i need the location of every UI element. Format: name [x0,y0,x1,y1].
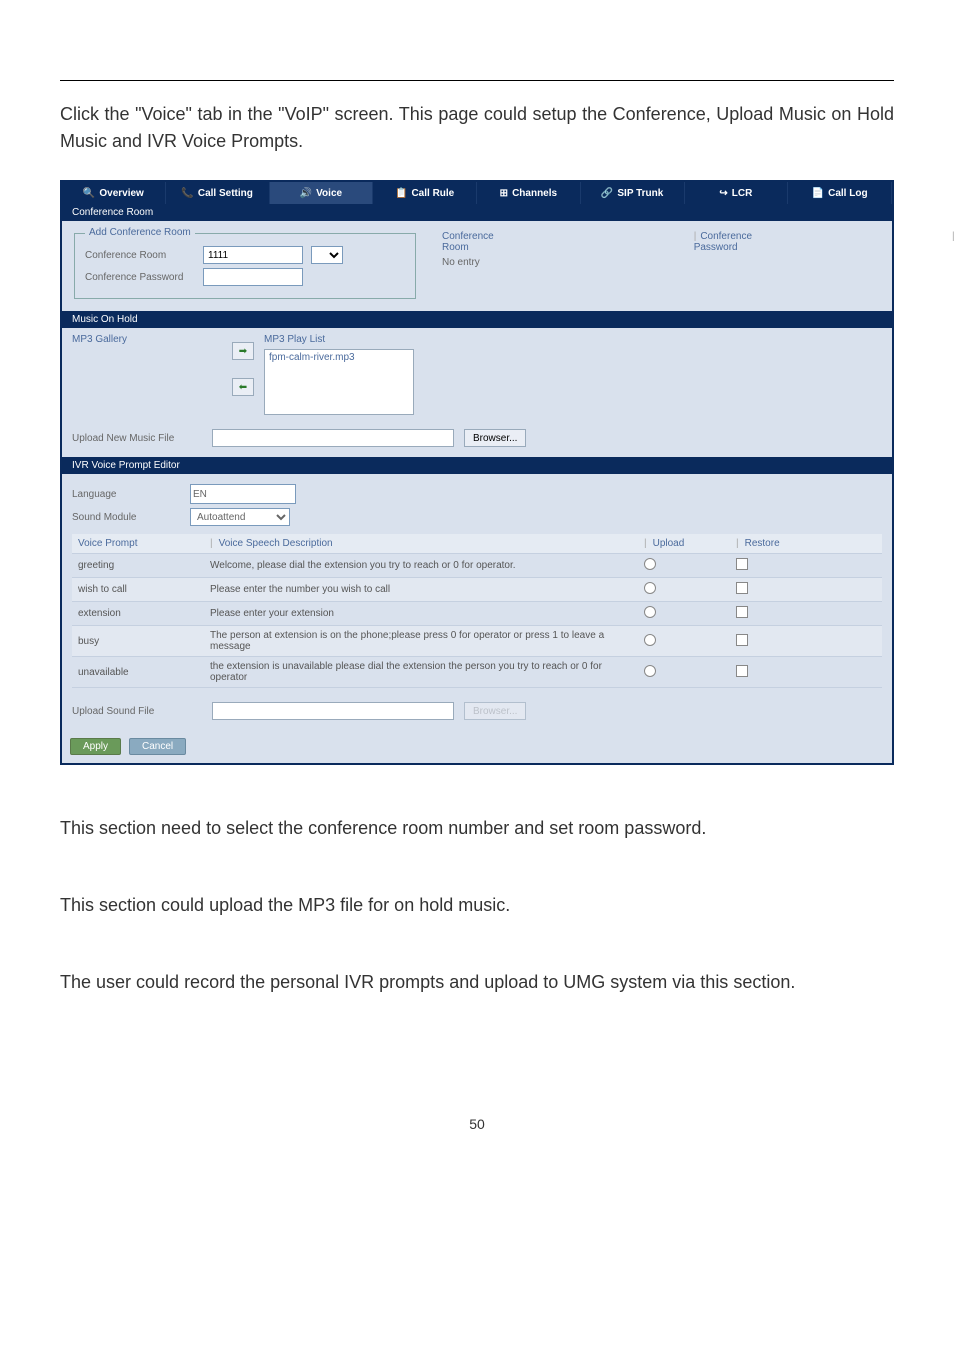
conference-room-input[interactable] [203,246,303,264]
tab-call-log[interactable]: 📄Call Log [788,182,892,204]
ivr-table: Voice Prompt Voice Speech Description Up… [72,534,882,688]
row-desc: Please enter the number you wish to call [204,578,638,602]
upload-music-field[interactable] [212,429,454,447]
apply-button[interactable]: Apply [70,738,121,755]
conference-list: Conference Room Conference Password Dele… [442,231,954,268]
grid-icon: ⊞ [500,188,508,199]
paragraph-1: This section need to select the conferen… [60,815,894,842]
restore-check[interactable] [736,582,748,594]
horizontal-rule [60,80,894,81]
no-entry-text: No entry [442,257,954,268]
row-name: greeting [72,554,204,578]
conf-col-room: Conference Room [442,231,494,253]
browser-button[interactable]: Browser... [464,429,526,447]
table-row: greeting Welcome, please dial the extens… [72,554,882,578]
upload-music-label: Upload New Music File [72,433,202,444]
button-row: Apply Cancel [62,730,892,763]
sound-module-select[interactable]: Autoattend [190,508,290,526]
paragraph-3: The user could record the personal IVR p… [60,969,894,996]
speaker-icon: 🔊 [300,188,312,199]
tab-call-rule[interactable]: 📋Call Rule [373,182,477,204]
upload-radio[interactable] [644,582,656,594]
page-number: 50 [60,1116,894,1132]
ivr-header: IVR Voice Prompt Editor [62,457,892,474]
moh-header: Music On Hold [62,311,892,328]
mp3-playlist-box[interactable]: fpm-calm-river.mp3 [264,349,414,415]
row-desc: Welcome, please dial the extension you t… [204,554,638,578]
moh-panel: MP3 Gallery ➡ ⬅ MP3 Play List fpm-calm-r… [62,328,892,457]
mp3-playlist-header: MP3 Play List [264,334,414,345]
row-name: extension [72,602,204,626]
cancel-button[interactable]: Cancel [129,738,186,755]
upload-radio[interactable] [644,665,656,677]
conf-col-password: Conference Password [694,231,752,253]
add-conference-legend: Add Conference Room [85,227,195,238]
conference-password-label: Conference Password [85,272,195,283]
tab-lcr[interactable]: ↪LCR [685,182,789,204]
conference-room-select[interactable] [311,246,343,264]
col-voice-prompt: Voice Prompt [72,534,204,554]
restore-check[interactable] [736,558,748,570]
move-right-button[interactable]: ➡ [232,342,254,360]
table-row: unavailable the extension is unavailable… [72,657,882,688]
upload-radio[interactable] [644,634,656,646]
upload-sound-field[interactable] [212,702,454,720]
language-input[interactable] [190,484,296,504]
upload-radio[interactable] [644,558,656,570]
table-row: busy The person at extension is on the p… [72,626,882,657]
voip-screenshot: 🔍Overview 📞Call Setting 🔊Voice 📋Call Rul… [60,180,894,765]
tab-channels[interactable]: ⊞Channels [477,182,581,204]
table-row: wish to call Please enter the number you… [72,578,882,602]
table-row: extension Please enter your extension [72,602,882,626]
conference-panel: Add Conference Room Conference Room Conf… [62,221,892,311]
col-restore: Restore [730,534,882,554]
move-left-button[interactable]: ⬅ [232,378,254,396]
row-desc: The person at extension is on the phone;… [204,626,638,657]
mp3-gallery-header: MP3 Gallery [72,334,202,345]
link-icon: 🔗 [601,188,613,199]
log-icon: 📄 [812,188,824,199]
upload-radio[interactable] [644,606,656,618]
restore-check[interactable] [736,665,748,677]
restore-check[interactable] [736,634,748,646]
tab-overview[interactable]: 🔍Overview [62,182,166,204]
phone-icon: 📞 [181,188,193,199]
row-name: unavailable [72,657,204,688]
col-upload: Upload [638,534,730,554]
row-desc: the extension is unavailable please dial… [204,657,638,688]
magnifier-icon: 🔍 [83,188,95,199]
intro-text: Click the "Voice" tab in the "VoIP" scre… [60,101,894,155]
tab-voice[interactable]: 🔊Voice [270,182,374,204]
restore-check[interactable] [736,606,748,618]
route-icon: ↪ [719,188,727,199]
paragraph-2: This section could upload the MP3 file f… [60,892,894,919]
list-icon: 📋 [395,188,407,199]
row-name: busy [72,626,204,657]
conference-password-input[interactable] [203,268,303,286]
upload-sound-label: Upload Sound File [72,706,202,717]
tab-call-setting[interactable]: 📞Call Setting [166,182,270,204]
col-voice-desc: Voice Speech Description [204,534,638,554]
row-desc: Please enter your extension [204,602,638,626]
sound-module-label: Sound Module [72,512,182,523]
conference-room-label: Conference Room [85,250,195,261]
language-label: Language [72,489,182,500]
browser-button-disabled: Browser... [464,702,526,720]
tab-sip-trunk[interactable]: 🔗SIP Trunk [581,182,685,204]
row-name: wish to call [72,578,204,602]
tab-bar: 🔍Overview 📞Call Setting 🔊Voice 📋Call Rul… [62,182,892,204]
conference-header: Conference Room [62,204,892,221]
ivr-panel: Language Sound Module Autoattend Voice P… [62,474,892,730]
mp3-file-item[interactable]: fpm-calm-river.mp3 [269,352,355,363]
